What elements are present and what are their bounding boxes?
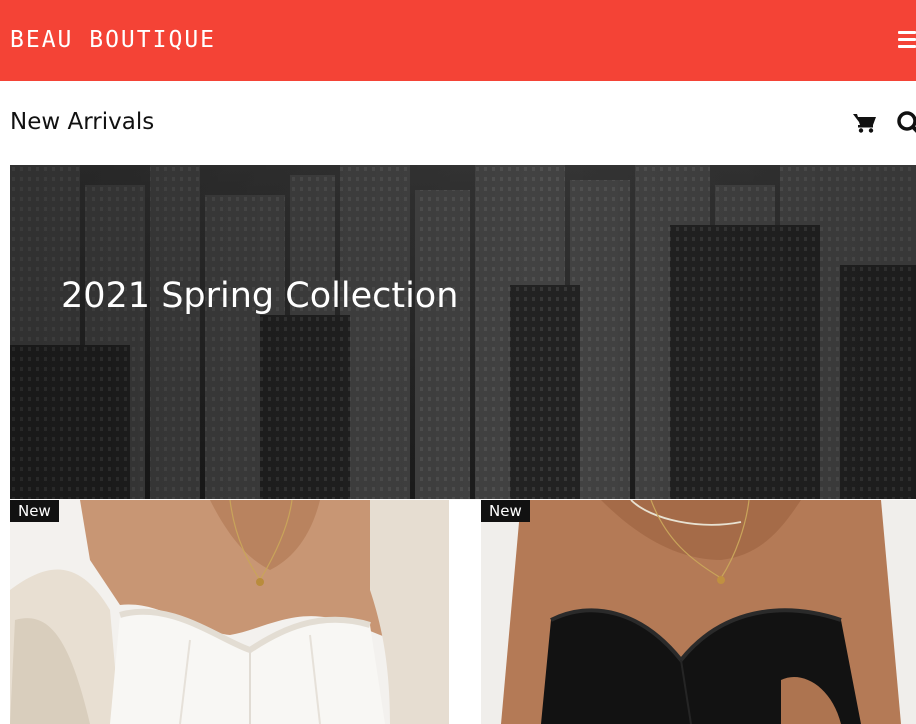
hamburger-menu-icon[interactable] (898, 31, 916, 48)
new-badge: New (481, 500, 530, 522)
page-toolbar: New Arrivals (0, 81, 916, 165)
new-badge: New (10, 500, 59, 522)
hero-title: 2021 Spring Collection (61, 276, 459, 316)
hero-banner[interactable]: 2021 Spring Collection (10, 165, 916, 499)
shopping-cart-icon[interactable] (853, 113, 877, 133)
product-card[interactable]: New (481, 500, 916, 724)
product-photo-white-corset-dress (10, 500, 449, 724)
product-photo-black-bustier-top (481, 500, 916, 724)
top-header-bar: BEAU BOUTIQUE (0, 0, 916, 81)
hero-overlay (10, 165, 916, 499)
brand-logo[interactable]: BEAU BOUTIQUE (10, 26, 216, 54)
page-title: New Arrivals (10, 109, 155, 135)
product-card[interactable]: New (10, 500, 449, 724)
search-icon[interactable] (896, 110, 916, 134)
